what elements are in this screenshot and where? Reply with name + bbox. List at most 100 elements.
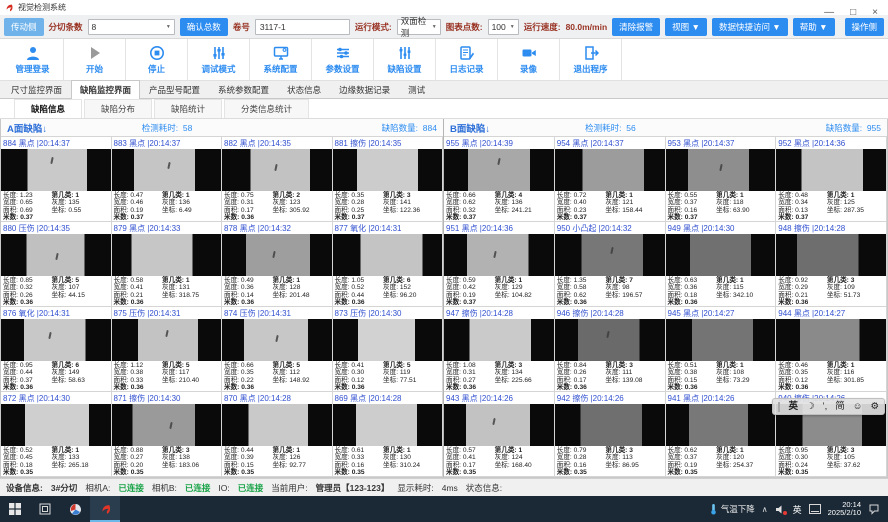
action-tune[interactable]: 调试模式 bbox=[188, 39, 250, 80]
sub-tab-1[interactable]: 缺陷分布 bbox=[84, 99, 152, 118]
data-shortcut-menu-button[interactable]: 数据快捷访问 ▼ bbox=[712, 18, 788, 36]
main-tab-4[interactable]: 状态信息 bbox=[278, 80, 330, 98]
defect-meta: 长度: 0.57第几类: 1宽度: 0.41灰度: 124面积: 0.17坐标:… bbox=[444, 446, 554, 476]
start-button[interactable] bbox=[0, 496, 30, 522]
main-tab-0[interactable]: 尺寸监控界面 bbox=[2, 80, 71, 98]
chart-points-select[interactable]: 100▼ bbox=[488, 19, 519, 35]
meta-left: 米数: 0.36 bbox=[668, 299, 717, 306]
defect-cell[interactable]: 884 黑点 |20:14:37长度: 1.23第几类: 1宽度: 0.65灰度… bbox=[1, 137, 112, 222]
exit-icon bbox=[583, 45, 599, 61]
clear-alarm-button[interactable]: 清除报警 bbox=[612, 18, 660, 36]
defect-cell[interactable]: 942 擦伤 |20:14:26长度: 0.79第几类: 3宽度: 0.28灰度… bbox=[555, 392, 666, 477]
main-tab-3[interactable]: 系统参数配置 bbox=[209, 80, 278, 98]
meta-left: 宽度: 0.37 bbox=[668, 454, 717, 461]
defect-cell[interactable]: 952 黑点 |20:14:36长度: 0.48第几类: 1宽度: 0.34灰度… bbox=[776, 137, 887, 222]
defect-meta: 长度: 0.79第几类: 3宽度: 0.28灰度: 113面积: 0.16坐标:… bbox=[555, 446, 665, 476]
defect-cell[interactable]: 948 擦伤 |20:14:28长度: 0.92第几类: 3宽度: 0.29灰度… bbox=[776, 222, 887, 307]
ime-emoji-icon[interactable]: ☺ bbox=[853, 399, 863, 414]
defect-mark bbox=[48, 331, 51, 338]
defect-cell[interactable]: 877 氧化 |20:14:31长度: 1.05第几类: 6宽度: 0.52灰度… bbox=[333, 222, 444, 307]
maximize-button[interactable]: □ bbox=[850, 8, 856, 18]
help-menu-button[interactable]: 帮助 ▼ bbox=[793, 18, 835, 36]
operator-side-button[interactable]: 操作侧 bbox=[845, 18, 885, 36]
defect-image bbox=[776, 234, 886, 276]
drive-side-button[interactable]: 传动侧 bbox=[4, 18, 44, 36]
defect-cell[interactable]: 950 小凸起 |20:14:32长度: 1.35第几类: 7宽度: 0.58灰… bbox=[555, 222, 666, 307]
defect-cell[interactable]: 878 黑点 |20:14:32长度: 0.49第几类: 1宽度: 0.36灰度… bbox=[222, 222, 333, 307]
defect-cell[interactable]: 946 擦伤 |20:14:28长度: 0.84第几类: 3宽度: 0.26灰度… bbox=[555, 307, 666, 392]
action-stop[interactable]: 停止 bbox=[126, 39, 188, 80]
notification-center-icon[interactable] bbox=[868, 503, 880, 515]
action-exit[interactable]: 退出程序 bbox=[560, 39, 622, 80]
defect-cell[interactable]: 945 黑点 |20:14:27长度: 0.51第几类: 1宽度: 0.38灰度… bbox=[666, 307, 777, 392]
ime-grip[interactable] bbox=[778, 402, 780, 412]
meta-left: 宽度: 0.65 bbox=[3, 199, 52, 206]
confirm-total-button[interactable]: 确认总数 bbox=[180, 18, 228, 36]
defect-cell[interactable]: 872 黑点 |20:14:30长度: 0.52第几类: 1宽度: 0.45灰度… bbox=[1, 392, 112, 477]
action-sliders[interactable]: 参数设置 bbox=[312, 39, 374, 80]
defect-cell[interactable]: 944 黑点 |20:14:27长度: 0.46第几类: 1宽度: 0.35灰度… bbox=[776, 307, 887, 392]
action-camera[interactable]: 录像 bbox=[498, 39, 560, 80]
tray-expand-chevron[interactable]: ∧ bbox=[762, 505, 768, 514]
meta-left: 宽度: 0.31 bbox=[446, 369, 495, 376]
task-view-button[interactable] bbox=[30, 496, 60, 522]
defect-cell[interactable]: 953 黑点 |20:14:37长度: 0.55第几类: 1宽度: 0.37灰度… bbox=[666, 137, 777, 222]
sub-tab-3[interactable]: 分类信息统计 bbox=[224, 99, 309, 118]
defect-cell[interactable]: 876 氧化 |20:14:31长度: 0.95第几类: 6宽度: 0.44灰度… bbox=[1, 307, 112, 392]
defect-cell[interactable]: 873 压伤 |20:14:30长度: 0.41第几类: 5宽度: 0.30灰度… bbox=[333, 307, 444, 392]
action-user[interactable]: 管理登录 bbox=[2, 39, 64, 80]
defect-meta: 长度: 0.95第几类: 6宽度: 0.44灰度: 149面积: 0.37坐标:… bbox=[1, 361, 111, 391]
defect-cell[interactable]: 951 黑点 |20:14:36长度: 0.59第几类: 1宽度: 0.42灰度… bbox=[444, 222, 555, 307]
main-tab-2[interactable]: 产品型号配置 bbox=[140, 80, 209, 98]
main-tab-5[interactable]: 边缘数据记录 bbox=[330, 80, 399, 98]
meta-right: 坐标: 77.51 bbox=[383, 377, 440, 384]
ime-fullwidth-moon-icon[interactable]: ☽ bbox=[806, 399, 815, 414]
defect-cell[interactable]: 941 黑点 |20:14:26长度: 0.62第几类: 1宽度: 0.37灰度… bbox=[666, 392, 777, 477]
defect-cell[interactable]: 943 黑点 |20:14:26长度: 0.57第几类: 1宽度: 0.41灰度… bbox=[444, 392, 555, 477]
action-label: 参数设置 bbox=[325, 63, 359, 75]
close-button[interactable]: × bbox=[872, 8, 878, 18]
meta-right: 坐标: 6.49 bbox=[162, 207, 219, 214]
ime-simplified-toggle[interactable]: 简 bbox=[835, 399, 845, 414]
defect-cell[interactable]: 882 黑点 |20:14:35长度: 0.75第几类: 2宽度: 0.31灰度… bbox=[222, 137, 333, 222]
taskbar-app-inspection-active[interactable] bbox=[90, 496, 120, 522]
ime-punctuation-icon[interactable]: ’, bbox=[823, 399, 828, 414]
defect-cell[interactable]: 880 压伤 |20:14:35长度: 0.85第几类: 5宽度: 0.32灰度… bbox=[1, 222, 112, 307]
roll-number-input[interactable]: 3117-1 bbox=[255, 19, 350, 35]
minimize-button[interactable]: — bbox=[824, 8, 834, 18]
run-mode-select[interactable]: 双面检测▼ bbox=[397, 19, 441, 35]
ime-settings-gear-icon[interactable]: ⚙ bbox=[870, 399, 879, 414]
defect-cell[interactable]: 875 压伤 |20:14:31长度: 1.12第几类: 5宽度: 0.38灰度… bbox=[112, 307, 223, 392]
defect-cell[interactable]: 879 黑点 |20:14:33长度: 0.58第几类: 1宽度: 0.41灰度… bbox=[112, 222, 223, 307]
action-equalizer[interactable]: 缺陷设置 bbox=[374, 39, 436, 80]
ime-lang-toggle[interactable]: 英 bbox=[788, 399, 798, 414]
main-tab-1[interactable]: 缺陷监控界面 bbox=[71, 80, 140, 99]
defect-cell[interactable]: 869 黑点 |20:14:28长度: 0.61第几类: 1宽度: 0.33灰度… bbox=[333, 392, 444, 477]
action-play[interactable]: 开始 bbox=[64, 39, 126, 80]
meta-right: 坐标: 139.08 bbox=[605, 377, 662, 384]
sub-tab-0[interactable]: 缺陷信息 bbox=[14, 99, 82, 118]
defect-cell[interactable]: 949 黑点 |20:14:30长度: 0.63第几类: 1宽度: 0.36灰度… bbox=[666, 222, 777, 307]
action-log[interactable]: 日志记录 bbox=[436, 39, 498, 80]
meta-right: 灰度: 107 bbox=[52, 284, 109, 291]
speaker-icon[interactable] bbox=[775, 504, 786, 515]
ime-language-indicator[interactable]: 英 bbox=[793, 503, 802, 516]
slit-count-select[interactable]: 8▼ bbox=[88, 19, 175, 35]
defect-cell[interactable]: 871 擦伤 |20:14:30长度: 0.88第几类: 3宽度: 0.27灰度… bbox=[112, 392, 223, 477]
defect-cell[interactable]: 955 黑点 |20:14:39长度: 0.66第几类: 4宽度: 0.62灰度… bbox=[444, 137, 555, 222]
main-tab-6[interactable]: 测试 bbox=[399, 80, 434, 98]
weather-widget[interactable]: 气温下降 bbox=[709, 503, 755, 515]
clock-widget[interactable]: 20:14 2025/2/10 bbox=[828, 501, 861, 518]
defect-cell[interactable]: 947 擦伤 |20:14:28长度: 1.08第几类: 3宽度: 0.31灰度… bbox=[444, 307, 555, 392]
taskbar-app-browser[interactable] bbox=[60, 496, 90, 522]
defect-cell[interactable]: 883 黑点 |20:14:37长度: 0.47第几类: 1宽度: 0.46灰度… bbox=[112, 137, 223, 222]
sub-tab-2[interactable]: 缺陷统计 bbox=[154, 99, 222, 118]
defect-cell[interactable]: 874 压伤 |20:14:31长度: 0.66第几类: 5宽度: 0.35灰度… bbox=[222, 307, 333, 392]
defect-cell[interactable]: 870 黑点 |20:14:28长度: 0.44第几类: 1宽度: 0.39灰度… bbox=[222, 392, 333, 477]
defect-cell[interactable]: 954 黑点 |20:14:37长度: 0.72第几类: 1宽度: 0.40灰度… bbox=[555, 137, 666, 222]
defect-cell[interactable]: 881 擦伤 |20:14:35长度: 0.35第几类: 3宽度: 0.28灰度… bbox=[333, 137, 444, 222]
ime-keyboard-icon[interactable] bbox=[809, 504, 821, 514]
view-menu-button[interactable]: 视图 ▼ bbox=[665, 18, 707, 36]
action-monitor[interactable]: 系统配置 bbox=[250, 39, 312, 80]
defect-cell-header: 880 压伤 |20:14:35 bbox=[1, 222, 111, 234]
